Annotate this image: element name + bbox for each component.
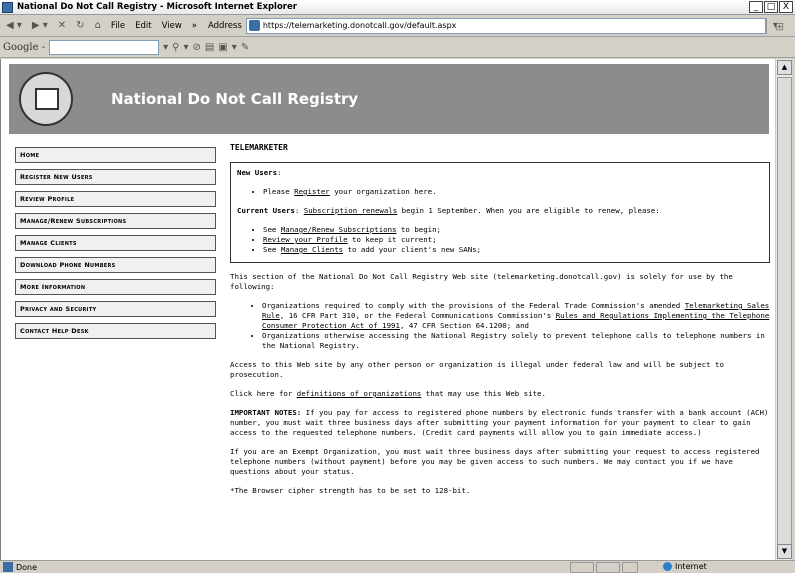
- list-item: Please Register your organization here.: [263, 187, 763, 197]
- text: :: [294, 206, 304, 215]
- user-box: New Users: Please Register your organiza…: [230, 162, 770, 263]
- google-search-icon[interactable]: ⚲: [172, 42, 179, 53]
- close-button[interactable]: X: [779, 1, 793, 13]
- text: , 16 CFR Part 310, or the Federal Commun…: [279, 311, 556, 320]
- sidebar-nav: Home Register New Users Review Profile M…: [15, 147, 216, 345]
- google-search-input[interactable]: [49, 39, 160, 55]
- address-url: https://telemarketing.donotcall.gov/defa…: [262, 21, 457, 30]
- google-dropdown-icon[interactable]: ▾: [163, 42, 168, 53]
- site-banner: National Do Not Call Registry: [9, 64, 769, 134]
- text: to add your client's new SANs;: [343, 245, 482, 254]
- text: begin 1 September. When you are eligible…: [397, 206, 660, 215]
- subscription-renewals-link[interactable]: Subscription renewals: [304, 206, 397, 215]
- review-profile-link[interactable]: Review your Profile: [263, 235, 348, 244]
- zone-label: Internet: [675, 562, 707, 571]
- exempt-text: If you are an Exempt Organization, you m…: [230, 447, 760, 476]
- minimize-button[interactable]: _: [749, 1, 763, 13]
- sidebar-item-subscriptions[interactable]: Manage/Renew Subscriptions: [15, 213, 216, 229]
- text: to keep it current;: [347, 235, 437, 244]
- sidebar-item-home[interactable]: Home: [15, 147, 216, 163]
- maximize-button[interactable]: □: [764, 1, 778, 13]
- scroll-down-icon[interactable]: ▼: [777, 544, 792, 559]
- text: Please: [263, 187, 295, 196]
- important-label: IMPORTANT NOTES:: [230, 408, 302, 417]
- menu-file[interactable]: File: [111, 21, 125, 31]
- manage-clients-link[interactable]: Manage Clients: [281, 245, 343, 254]
- popup-blocker-icon[interactable]: ⊘: [193, 42, 201, 53]
- sidebar-item-register[interactable]: Register New Users: [15, 169, 216, 185]
- page-icon: [248, 20, 260, 31]
- page-title: TELEMARKETER: [230, 143, 288, 152]
- list-item: See Manage Clients to add your client's …: [263, 245, 763, 255]
- register-link[interactable]: Register: [294, 187, 330, 196]
- security-zone: Internet: [663, 562, 707, 571]
- autofill-icon[interactable]: ▣: [218, 42, 227, 53]
- lock-icon: [622, 562, 638, 573]
- status-page-icon: [3, 562, 13, 572]
- stop-icon[interactable]: ✕: [55, 18, 69, 34]
- google-toolbar: Google - ▾ ⚲ ▾ ⊘ ▤ ▣ ▾ ✎: [0, 37, 795, 58]
- vertical-scrollbar[interactable]: ▲ ▼: [775, 59, 792, 560]
- address-bar[interactable]: https://telemarketing.donotcall.gov/defa…: [245, 17, 766, 34]
- globe-icon: [663, 562, 672, 571]
- list-item: See Manage/Renew Subscriptions to begin;: [263, 225, 763, 235]
- banner-title: National Do Not Call Registry: [111, 90, 359, 108]
- home-icon[interactable]: ⌂: [92, 18, 104, 34]
- important-notes: IMPORTANT NOTES: If you pay for access t…: [230, 408, 770, 438]
- text: to begin;: [396, 225, 442, 234]
- status-bar: Done Internet: [0, 560, 795, 573]
- new-users-colon: :: [277, 168, 282, 177]
- main-content: TELEMARKETER New Users: Please Register …: [230, 143, 770, 505]
- click-here-text: Click here for definitions of organizati…: [230, 389, 770, 399]
- new-users-label: New Users: [237, 168, 278, 177]
- text: Organizations required to comply with th…: [262, 301, 685, 310]
- ie-icon: [2, 1, 13, 13]
- menu-view[interactable]: View: [162, 21, 182, 31]
- back-icon[interactable]: ◀ ▾: [3, 18, 25, 34]
- text: that may use this Web site.: [421, 389, 546, 398]
- news-icon[interactable]: ▤: [205, 42, 214, 53]
- scroll-up-icon[interactable]: ▲: [777, 60, 792, 75]
- sidebar-item-review-profile[interactable]: Review Profile: [15, 191, 216, 207]
- google-button[interactable]: Google -: [3, 42, 45, 53]
- scroll-thumb[interactable]: [777, 77, 792, 547]
- status-segment: [596, 562, 620, 573]
- access-text: Access to this Web site by any other per…: [230, 360, 724, 379]
- highlight-icon[interactable]: ✎: [241, 42, 249, 53]
- status-segment: [570, 562, 594, 573]
- sidebar-item-clients[interactable]: Manage Clients: [15, 235, 216, 251]
- list-item: Organizations required to comply with th…: [262, 301, 770, 331]
- title-bar: National Do Not Call Registry - Microsof…: [0, 0, 795, 15]
- pagerank-icon[interactable]: ▾: [183, 42, 188, 53]
- sidebar-item-download[interactable]: Download Phone Numbers: [15, 257, 216, 273]
- text: , 47 CFR Section 64.1200; and: [399, 321, 529, 330]
- windows-logo-icon: ⊞: [766, 18, 792, 34]
- sidebar-item-help-desk[interactable]: Contact Help Desk: [15, 323, 216, 339]
- text: Click here for: [230, 389, 297, 398]
- list-item: Review your Profile to keep it current;: [263, 235, 763, 245]
- menu-more[interactable]: »: [192, 21, 197, 31]
- sidebar-item-privacy[interactable]: Privacy and Security: [15, 301, 216, 317]
- refresh-icon[interactable]: ↻: [73, 18, 87, 34]
- definitions-link[interactable]: definitions of organizations: [297, 389, 422, 398]
- page-viewport: National Do Not Call Registry Home Regis…: [0, 59, 775, 560]
- text: your organization here.: [329, 187, 437, 196]
- window-title: National Do Not Call Registry - Microsof…: [17, 2, 297, 12]
- menu-edit[interactable]: Edit: [135, 21, 151, 31]
- sidebar-item-more-info[interactable]: More Information: [15, 279, 216, 295]
- address-label: Address: [208, 20, 242, 31]
- intro-text: This section of the National Do Not Call…: [230, 272, 733, 291]
- forward-icon[interactable]: ▶ ▾: [29, 18, 51, 34]
- manage-renew-link[interactable]: Manage/Renew Subscriptions: [281, 225, 397, 234]
- main-toolbar: ◀ ▾ ▶ ▾ ✕ ↻ ⌂ File Edit View » Address h…: [0, 15, 795, 37]
- status-text: Done: [16, 562, 38, 572]
- options-icon[interactable]: ▾: [232, 42, 237, 53]
- list-item: Organizations otherwise accessing the Na…: [262, 331, 770, 351]
- house-logo-icon: [19, 72, 73, 126]
- cipher-text: *The Browser cipher strength has to be s…: [230, 486, 471, 495]
- current-users-label: Current Users: [237, 206, 295, 215]
- text: If you pay for access to registered phon…: [230, 408, 769, 437]
- text: See: [263, 245, 281, 254]
- text: See: [263, 225, 281, 234]
